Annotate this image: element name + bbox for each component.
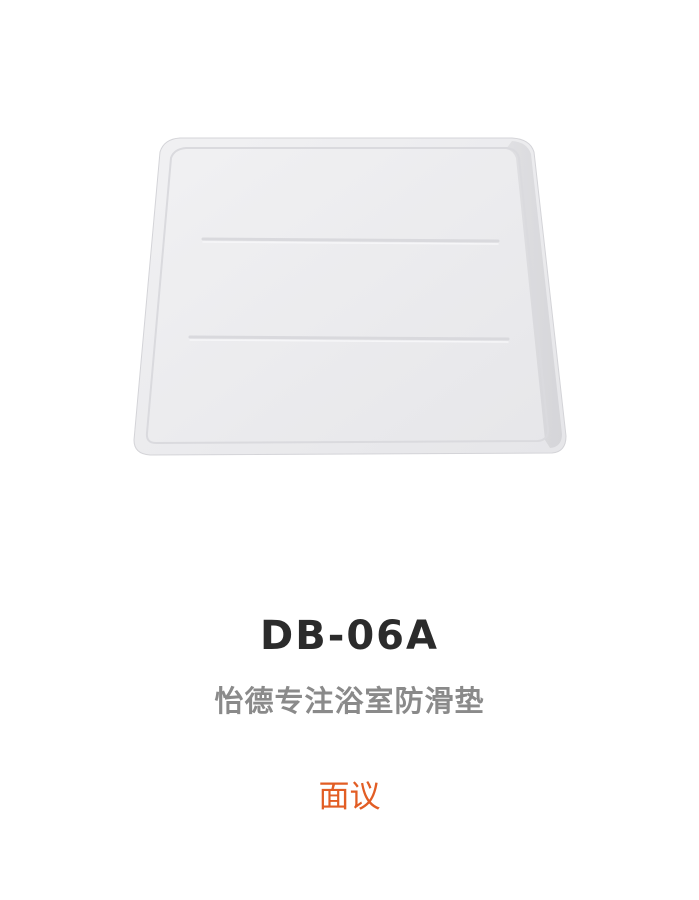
product-photo-tray bbox=[133, 137, 567, 456]
tray-groove-lower bbox=[188, 335, 510, 341]
price-label: 面议 bbox=[318, 779, 381, 815]
product-description: 怡德专注浴室防滑垫 bbox=[214, 684, 485, 718]
tray-outer bbox=[133, 137, 567, 456]
tray-groove-upper bbox=[201, 237, 500, 243]
product-code: DB-06A bbox=[260, 613, 439, 659]
